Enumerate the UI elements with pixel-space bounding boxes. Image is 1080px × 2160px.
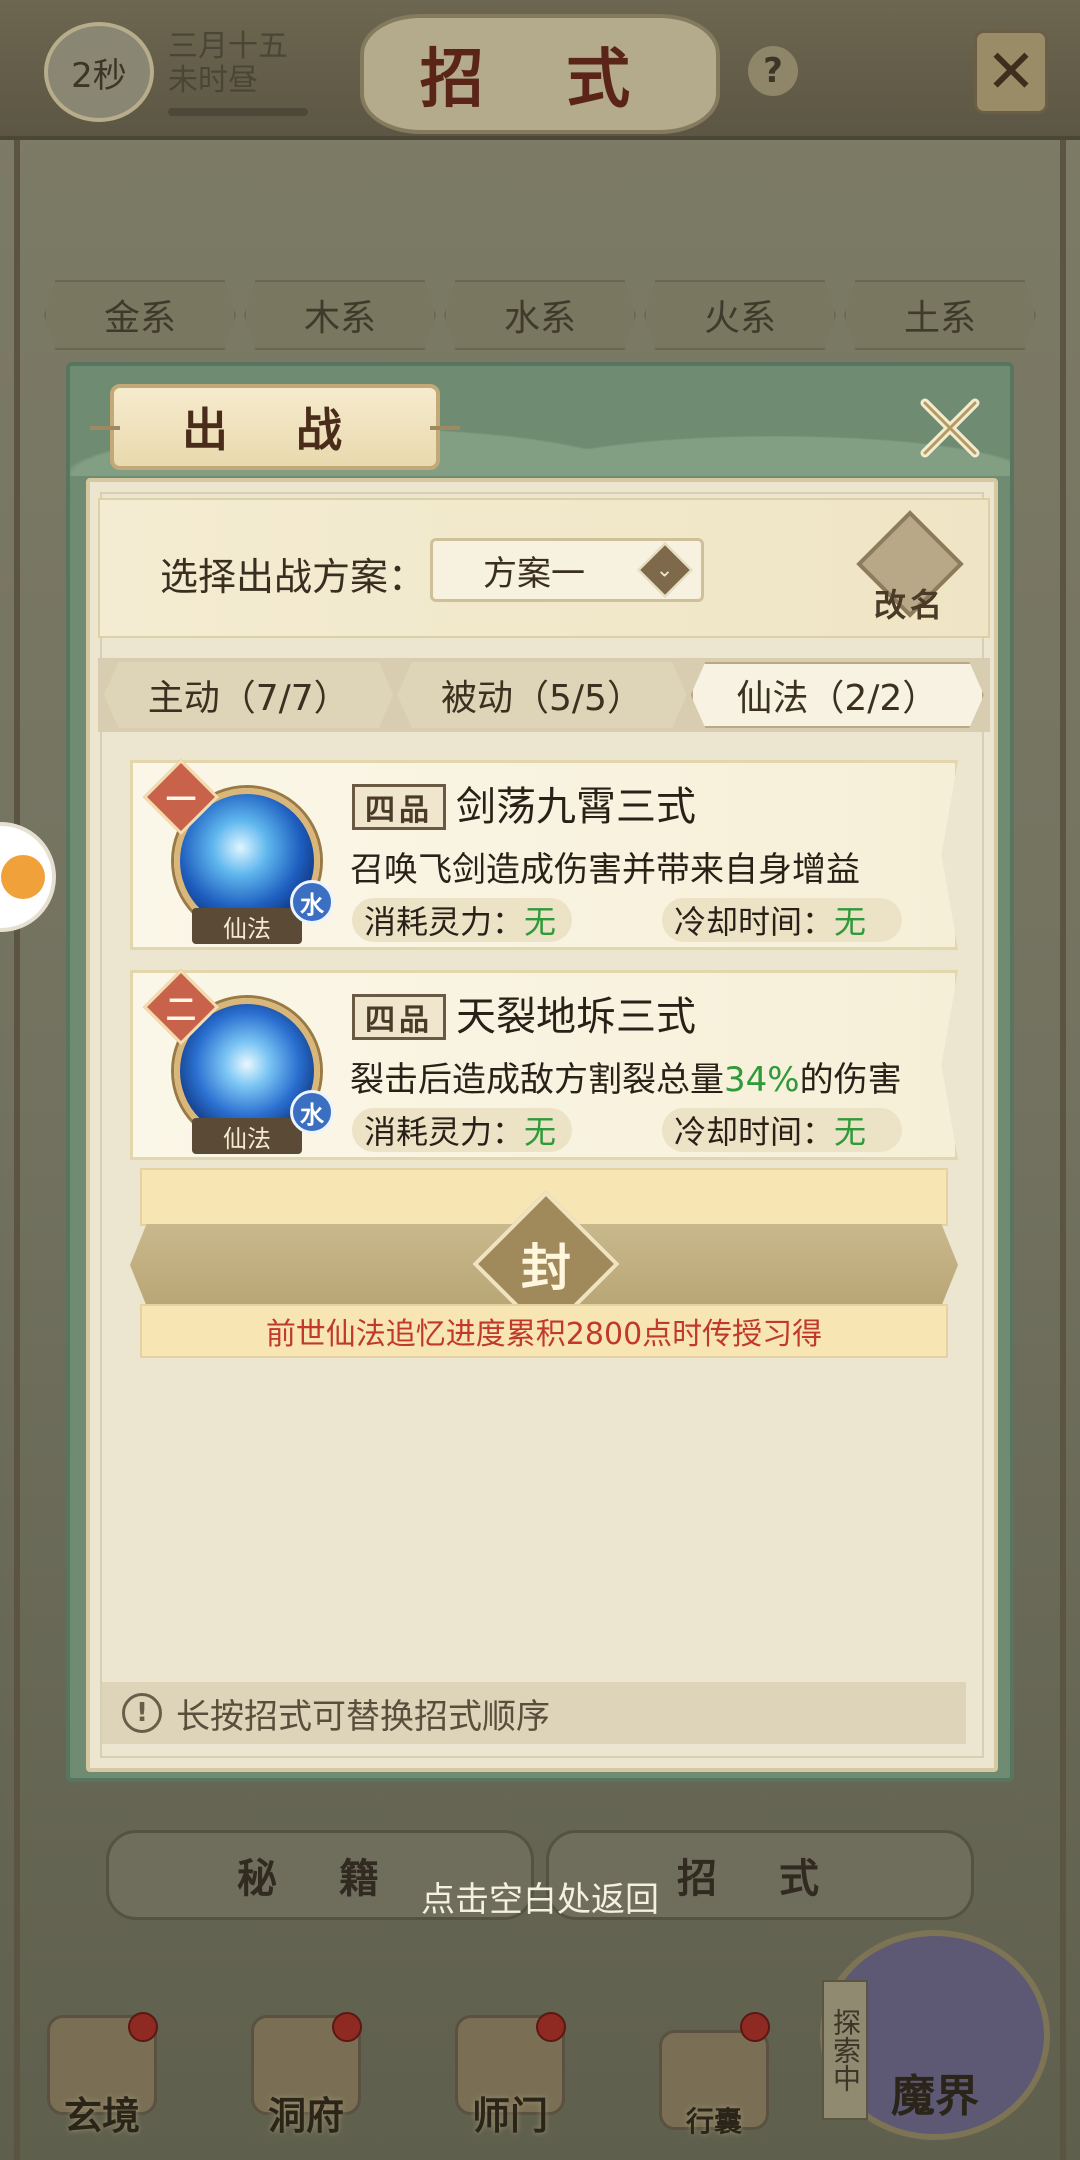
rename-button[interactable]: 改名 (850, 510, 970, 630)
cooldown-value: 无 (834, 903, 867, 941)
cooldown-label: 冷却时间： (674, 1113, 835, 1151)
tab-passive-skills[interactable]: 被动（5/5） (397, 662, 687, 728)
plan-label: 选择出战方案： (160, 555, 427, 599)
tab-water[interactable]: 水系 (444, 280, 636, 350)
skill-card[interactable]: 一 仙法 水 四品 剑荡九霄三式 召唤飞剑造成伤害并带来自身增益 消耗灵力：无 … (130, 758, 958, 950)
nav-item-realm[interactable]: 玄境 (22, 1990, 182, 2140)
tab-metal[interactable]: 金系 (44, 280, 236, 350)
modal-close-button[interactable] (910, 388, 990, 468)
plan-dropdown[interactable]: 方案一 ⌄ (430, 538, 704, 602)
mana-cost: 消耗灵力：无 (352, 898, 572, 942)
timer-badge: 2秒 (44, 22, 154, 122)
tab-immortal-arts[interactable]: 仙法（2/2） (690, 662, 984, 728)
nav-item-cave[interactable]: 洞府 (226, 1990, 386, 2140)
plan-bar: 选择出战方案： 方案一 ⌄ 改名 (98, 498, 990, 638)
tap-blank-to-return-hint[interactable]: 点击空白处返回 (0, 1872, 1080, 1921)
mana-cost: 消耗灵力：无 (352, 1108, 572, 1152)
skill-card[interactable]: 二 仙法 水 四品 天裂地坼三式 裂击后造成敌方割裂总量34%的伤害 消耗灵力：… (130, 968, 958, 1160)
timer-text: 2秒 (71, 55, 127, 96)
date-line-1: 三月十五 (168, 29, 288, 64)
nav-label: 玄境 (63, 2093, 140, 2138)
modal-title-plate: 出 战 (90, 384, 460, 470)
modal-title: 出 战 (181, 403, 368, 457)
skill-type-tag: 仙法 (192, 908, 302, 944)
unlock-condition: 前世仙法追忆进度累积2800点时传授习得 (140, 1304, 948, 1358)
battle-setup-modal: 出 战 选择出战方案： 方案一 ⌄ 改名 主动（7/7） 被动（5/5） 仙法（… (66, 362, 1014, 1782)
cost-label: 消耗灵力： (364, 1113, 525, 1151)
page-title: 招 式 (360, 14, 720, 134)
skill-type-tag: 仙法 (192, 1118, 302, 1154)
hint-text: 长按招式可替换招式顺序 (176, 1696, 550, 1737)
water-element-badge: 水 (290, 880, 334, 924)
skill-name: 天裂地坼三式 (456, 994, 696, 1040)
reorder-hint: ! 长按招式可替换招式顺序 (102, 1682, 966, 1744)
explore-status-tag: 探索中 (822, 1980, 868, 2120)
time-progress-bar (168, 108, 308, 116)
desc-text-end: 的伤害 (799, 1060, 902, 1100)
help-button[interactable]: ? (748, 46, 798, 96)
skill-name: 剑荡九霄三式 (456, 784, 696, 830)
tab-wood[interactable]: 木系 (244, 280, 436, 350)
close-icon: ✕ (985, 37, 1037, 107)
chevron-down-icon: ⌄ (637, 542, 693, 598)
seal-text: 封 (521, 1238, 571, 1297)
cost-value: 无 (524, 1113, 557, 1151)
cooldown-label: 冷却时间： (674, 903, 835, 941)
cooldown: 冷却时间：无 (662, 898, 902, 942)
element-tabs: 金系 木系 水系 火系 土系 (40, 280, 1040, 350)
notification-dot (740, 2012, 770, 2042)
tab-active-skills[interactable]: 主动（7/7） (104, 662, 394, 728)
nav-item-sect[interactable]: 师门 (430, 1990, 590, 2140)
notification-dot (332, 2012, 362, 2042)
close-icon (920, 398, 980, 458)
desc-text: 裂击后造成敌方割裂总量 (350, 1060, 724, 1100)
date-line-2: 未时昼 (168, 63, 258, 98)
locked-skill-slot: 封 前世仙法追忆进度累积2800点时传授习得 (130, 1168, 958, 1358)
skill-description: 召唤飞剑造成伤害并带来自身增益 (350, 842, 860, 891)
game-date: 三月十五 未时昼 (168, 30, 328, 98)
rank-number: 二 (166, 993, 196, 1028)
top-bar: 2秒 三月十五 未时昼 招 式 ? ✕ (0, 0, 1080, 140)
nav-label: 行囊 (685, 2105, 742, 2138)
cost-value: 无 (524, 903, 557, 941)
water-element-badge: 水 (290, 1090, 334, 1134)
grade-badge: 四品 (352, 784, 446, 830)
nav-label: 师门 (471, 2093, 548, 2138)
plan-selected-value: 方案一 (483, 553, 585, 594)
tab-earth[interactable]: 土系 (844, 280, 1036, 350)
nav-label: 洞府 (267, 2093, 344, 2138)
page-close-button[interactable]: ✕ (974, 30, 1048, 114)
desc-highlight: 34% (724, 1060, 800, 1100)
nav-item-bag[interactable]: 行囊 (634, 1990, 794, 2140)
exclamation-icon: ! (122, 1693, 162, 1733)
notification-dot (128, 2012, 158, 2042)
skill-type-tabs: 主动（7/7） 被动（5/5） 仙法（2/2） (98, 658, 990, 732)
notification-dot (536, 2012, 566, 2042)
skill-description: 裂击后造成敌方割裂总量34%的伤害 (350, 1052, 902, 1101)
rename-label: 改名 (873, 586, 946, 624)
tab-fire[interactable]: 火系 (644, 280, 836, 350)
cooldown-value: 无 (834, 1113, 867, 1151)
grade-badge: 四品 (352, 994, 446, 1040)
cooldown: 冷却时间：无 (662, 1108, 902, 1152)
cost-label: 消耗灵力： (364, 903, 525, 941)
assist-icon (1, 855, 45, 899)
modal-content: 选择出战方案： 方案一 ⌄ 改名 主动（7/7） 被动（5/5） 仙法（2/2）… (86, 478, 998, 1772)
rank-number: 一 (166, 783, 196, 818)
desc-text: 召唤飞剑造成伤害并带来自身增益 (350, 850, 860, 890)
